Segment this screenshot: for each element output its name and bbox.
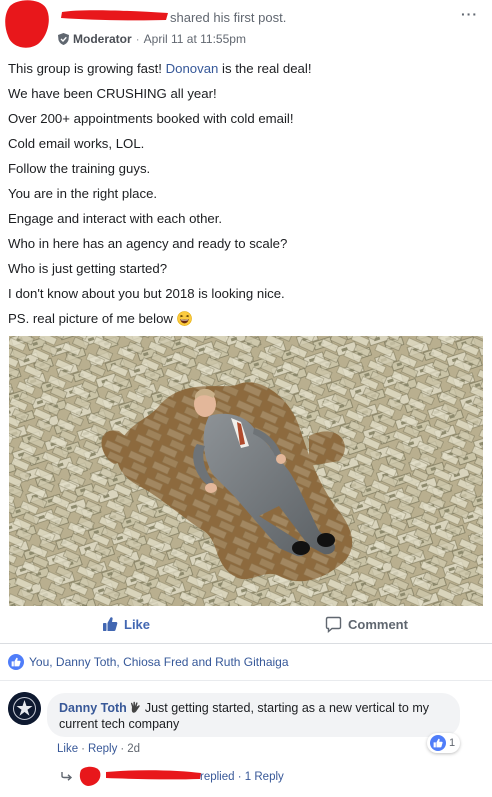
moderator-badge: Moderator <box>73 32 132 46</box>
thumbs-up-icon <box>103 617 118 631</box>
redacted-author-name <box>61 10 168 21</box>
more-dots-icon[interactable]: ··· <box>461 6 478 22</box>
comment-like-link[interactable]: Like <box>57 743 78 755</box>
post-photo[interactable] <box>9 336 483 606</box>
reactions-summary[interactable]: You, Danny Toth, Chiosa Fred and Ruth Gi… <box>8 654 289 670</box>
comment-button[interactable]: Comment <box>325 616 408 633</box>
meta-separator: · <box>135 32 140 46</box>
comment-label: Comment <box>348 617 408 632</box>
reply-arrow-icon <box>61 772 73 781</box>
like-reaction-icon <box>8 654 24 670</box>
post-text: This group is growing fast! Donovan is t… <box>8 56 478 331</box>
meta-separator: · <box>120 743 125 755</box>
comment-age[interactable]: 2d <box>127 743 140 755</box>
post-line: PS. real picture of me below <box>8 306 478 331</box>
comment-bubble-icon <box>325 616 342 633</box>
divider <box>0 680 492 681</box>
reply-count: 1 Reply <box>244 771 284 783</box>
like-label: Like <box>124 616 151 632</box>
moderator-shield-icon <box>58 33 69 45</box>
post-line: Who is just getting started? <box>8 261 168 276</box>
post-line: I don't know about you but 2018 is looki… <box>8 286 285 301</box>
laughing-emoji-icon <box>177 311 192 326</box>
post-meta: Moderator · April 11 at 11:55pm <box>58 32 246 46</box>
post-line: You are in the right place. <box>8 186 158 201</box>
meta-separator: · <box>81 743 85 755</box>
replies-link[interactable]: replied · 1 Reply <box>200 771 284 783</box>
redacted-avatar <box>5 0 49 48</box>
reactions-names: You, Danny Toth, Chiosa Fred and Ruth Gi… <box>29 655 289 669</box>
post-line: We have been CRUSHING all year! <box>8 86 217 101</box>
group-post: shared his first post. ··· Moderator · A… <box>0 0 492 797</box>
like-button[interactable]: Like <box>102 616 150 632</box>
comment-reaction-count[interactable]: 1 <box>427 733 461 753</box>
commenter-avatar[interactable] <box>8 692 41 725</box>
post-timestamp[interactable]: April 11 at 11:55pm <box>144 32 246 46</box>
comment-meta: Like · Reply · 2d <box>57 743 140 755</box>
post-line: Who in here has an agency and ready to s… <box>8 236 288 251</box>
redacted-replier <box>79 766 201 786</box>
commenter-name[interactable]: Danny Toth <box>59 701 127 715</box>
waving-hand-icon <box>130 701 140 713</box>
post-line: Cold email works, LOL. <box>8 136 145 151</box>
shared-post-text: shared his first post. <box>170 10 287 25</box>
comment-bubble: Danny Toth Just getting started, startin… <box>47 693 460 737</box>
comment-reply-link[interactable]: Reply <box>88 743 117 755</box>
like-reaction-icon <box>430 735 446 751</box>
post-line: This group is growing fast! Donovan is t… <box>8 61 312 76</box>
comment-reaction-number: 1 <box>449 737 456 749</box>
post-actions-bar: Like Comment <box>0 608 492 644</box>
post-line: Over 200+ appointments booked with cold … <box>8 111 294 126</box>
post-line: Follow the training guys. <box>8 161 151 176</box>
mention-link[interactable]: Donovan <box>166 61 219 76</box>
post-line: Engage and interact with each other. <box>8 211 223 226</box>
meta-separator: · <box>237 771 242 783</box>
replied-label: replied <box>200 771 235 783</box>
